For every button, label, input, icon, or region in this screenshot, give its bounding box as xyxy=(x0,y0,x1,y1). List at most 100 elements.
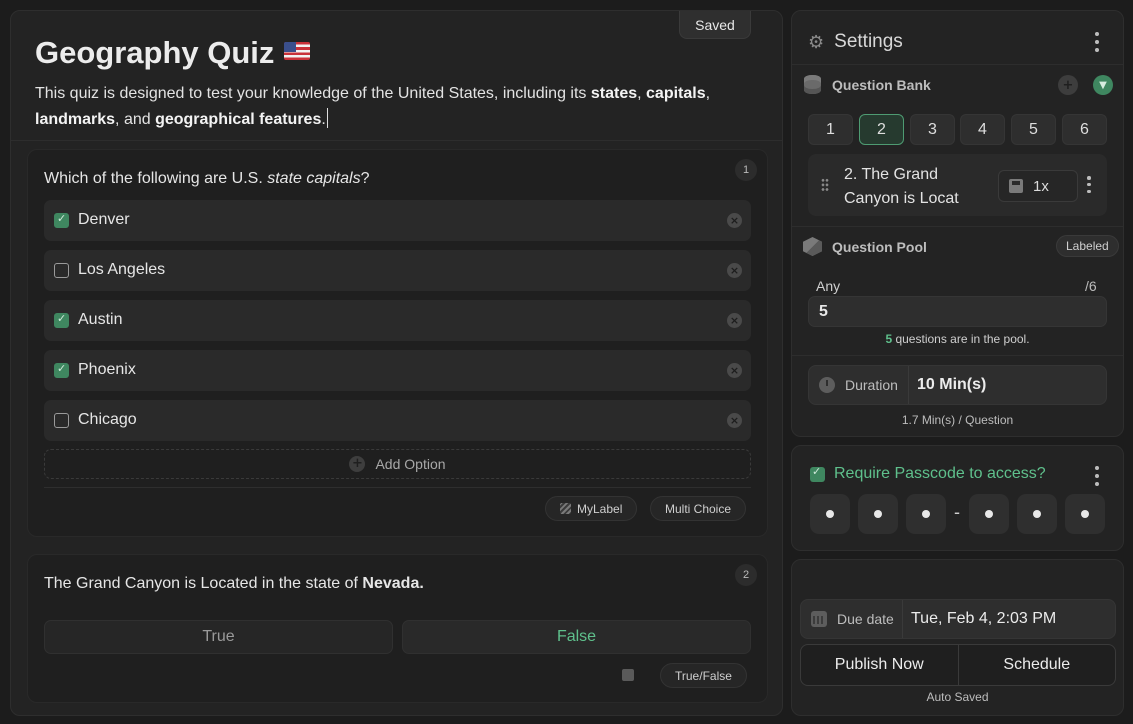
settings-panel: ⚙ Settings Question Bank + ▼ 1 2 3 4 5 6… xyxy=(791,10,1124,437)
quiz-title[interactable]: Geography Quiz xyxy=(35,35,311,71)
passcode-digit-1[interactable] xyxy=(810,494,850,534)
remove-option-icon[interactable]: × xyxy=(727,263,742,278)
question-text-part: ? xyxy=(360,170,370,187)
pool-any-label: Any xyxy=(816,278,841,294)
bank-tab-5[interactable]: 5 xyxy=(1011,114,1056,145)
remove-option-icon[interactable]: × xyxy=(727,213,742,228)
item-more-icon[interactable] xyxy=(1086,176,1092,193)
divider xyxy=(792,355,1123,356)
option-label: Chicago xyxy=(78,411,137,428)
bank-tab-6[interactable]: 6 xyxy=(1062,114,1107,145)
question-bank-title: Question Bank xyxy=(832,77,931,93)
add-question-bank-icon[interactable]: + xyxy=(1058,75,1078,95)
settings-more-icon[interactable] xyxy=(1094,32,1100,52)
question-number: 1 xyxy=(735,159,757,181)
question-pool-title: Question Pool xyxy=(832,239,927,255)
bank-tab-1[interactable]: 1 xyxy=(808,114,853,145)
add-option-button[interactable]: + Add Option xyxy=(44,449,751,479)
due-date-field[interactable]: Due date Tue, Feb 4, 2:03 PM xyxy=(800,599,1116,639)
schedule-button[interactable]: Schedule xyxy=(957,645,1116,685)
question-text[interactable]: The Grand Canyon is Located in the state… xyxy=(44,575,424,593)
option-label: Denver xyxy=(78,211,130,228)
passcode-digit-5[interactable] xyxy=(1017,494,1057,534)
passcode-checkbox[interactable] xyxy=(810,465,825,482)
label-chip[interactable]: MyLabel xyxy=(545,496,638,521)
question-text-part: The Grand Canyon is Located in the state… xyxy=(44,575,363,592)
pool-count-input[interactable]: 5 xyxy=(808,296,1107,327)
due-date-label-box: Due date xyxy=(801,600,903,638)
passcode-digit-2[interactable] xyxy=(858,494,898,534)
option-checkbox[interactable] xyxy=(54,362,69,378)
question-card-1[interactable]: 1 Which of the following are U.S. state … xyxy=(27,149,768,537)
drag-handle-icon[interactable] xyxy=(821,178,829,192)
desc-text: , and xyxy=(115,111,156,128)
option-austin[interactable]: Austin × xyxy=(44,300,751,341)
option-checkbox[interactable] xyxy=(54,212,69,228)
gear-icon: ⚙ xyxy=(808,31,825,53)
header-divider xyxy=(11,140,782,141)
passcode-digit-3[interactable] xyxy=(906,494,946,534)
question-text[interactable]: Which of the following are U.S. state ca… xyxy=(44,170,370,188)
option-checkbox[interactable] xyxy=(54,312,69,328)
option-checkbox[interactable] xyxy=(54,263,69,278)
bank-tab-4[interactable]: 4 xyxy=(960,114,1005,145)
question-type-chip[interactable]: Multi Choice xyxy=(650,496,747,521)
question-text-bold: Nevada. xyxy=(362,575,424,592)
plus-icon: + xyxy=(349,456,366,472)
option-checkbox[interactable] xyxy=(54,413,69,428)
desc-bold-capitals: capitals xyxy=(646,85,706,102)
saved-badge: Saved xyxy=(679,11,751,39)
desc-text: , xyxy=(705,85,711,102)
question-card-2[interactable]: 2 The Grand Canyon is Located in the sta… xyxy=(27,554,768,703)
passcode-label[interactable]: Require Passcode to access? xyxy=(834,465,1046,483)
label-icon[interactable] xyxy=(622,669,634,681)
option-phoenix[interactable]: Phoenix × xyxy=(44,350,751,391)
question-divider xyxy=(44,487,751,488)
us-flag-icon xyxy=(284,42,311,60)
settings-header: ⚙ Settings xyxy=(808,31,903,53)
remove-option-icon[interactable]: × xyxy=(727,413,742,428)
desc-text: , xyxy=(637,85,647,102)
question-type-chip[interactable]: True/False xyxy=(660,663,747,688)
passcode-digit-6[interactable] xyxy=(1065,494,1105,534)
save-icon xyxy=(1009,179,1023,193)
desc-text: . xyxy=(321,111,326,128)
question-number: 2 xyxy=(735,564,757,586)
option-label: Phoenix xyxy=(78,361,136,378)
true-option-button[interactable]: True xyxy=(44,620,393,654)
passcode-digit-4[interactable] xyxy=(969,494,1009,534)
pool-note: 5 questions are in the pool. xyxy=(792,332,1123,346)
remove-option-icon[interactable]: × xyxy=(727,363,742,378)
question-text-part: Which of the following are U.S. xyxy=(44,170,268,187)
question-bank-item[interactable]: 2. The Grand Canyon is Locat 1x xyxy=(808,154,1107,216)
add-option-label: Add Option xyxy=(375,456,446,472)
question-weight-value: 1x xyxy=(1033,177,1049,195)
labeled-badge[interactable]: Labeled xyxy=(1056,235,1119,257)
quiz-description[interactable]: This quiz is designed to test your knowl… xyxy=(35,81,755,133)
duration-note: 1.7 Min(s) / Question xyxy=(901,413,1014,427)
bank-tab-3[interactable]: 3 xyxy=(910,114,955,145)
option-los-angeles[interactable]: Los Angeles × xyxy=(44,250,751,291)
question-weight-select[interactable]: 1x xyxy=(998,170,1078,202)
duration-value[interactable]: 10 Min(s) xyxy=(917,376,986,394)
duration-field[interactable]: Duration 10 Min(s) xyxy=(808,365,1107,405)
calendar-icon xyxy=(811,611,827,627)
publish-actions: Publish Now Schedule xyxy=(800,644,1116,686)
question-bank-item-text: 2. The Grand Canyon is Locat xyxy=(844,166,959,207)
due-date-value[interactable]: Tue, Feb 4, 2:03 PM xyxy=(911,610,1056,628)
question-text-emphasis: state capitals xyxy=(267,170,361,187)
desc-text: This quiz is designed to test your knowl… xyxy=(35,85,591,102)
passcode-separator: - xyxy=(954,502,960,522)
option-chicago[interactable]: Chicago × xyxy=(44,400,751,441)
option-denver[interactable]: Denver × xyxy=(44,200,751,241)
pool-note-text: questions are in the pool. xyxy=(892,332,1030,346)
chevron-down-icon[interactable]: ▼ xyxy=(1093,75,1113,95)
remove-option-icon[interactable]: × xyxy=(727,313,742,328)
auto-saved-status: Auto Saved xyxy=(926,690,989,704)
text-caret xyxy=(326,108,328,128)
false-option-button[interactable]: False xyxy=(402,620,751,654)
quiz-title-text: Geography Quiz xyxy=(35,35,275,70)
publish-now-button[interactable]: Publish Now xyxy=(801,645,958,685)
bank-tab-2[interactable]: 2 xyxy=(859,114,904,145)
passcode-more-icon[interactable] xyxy=(1094,466,1100,486)
